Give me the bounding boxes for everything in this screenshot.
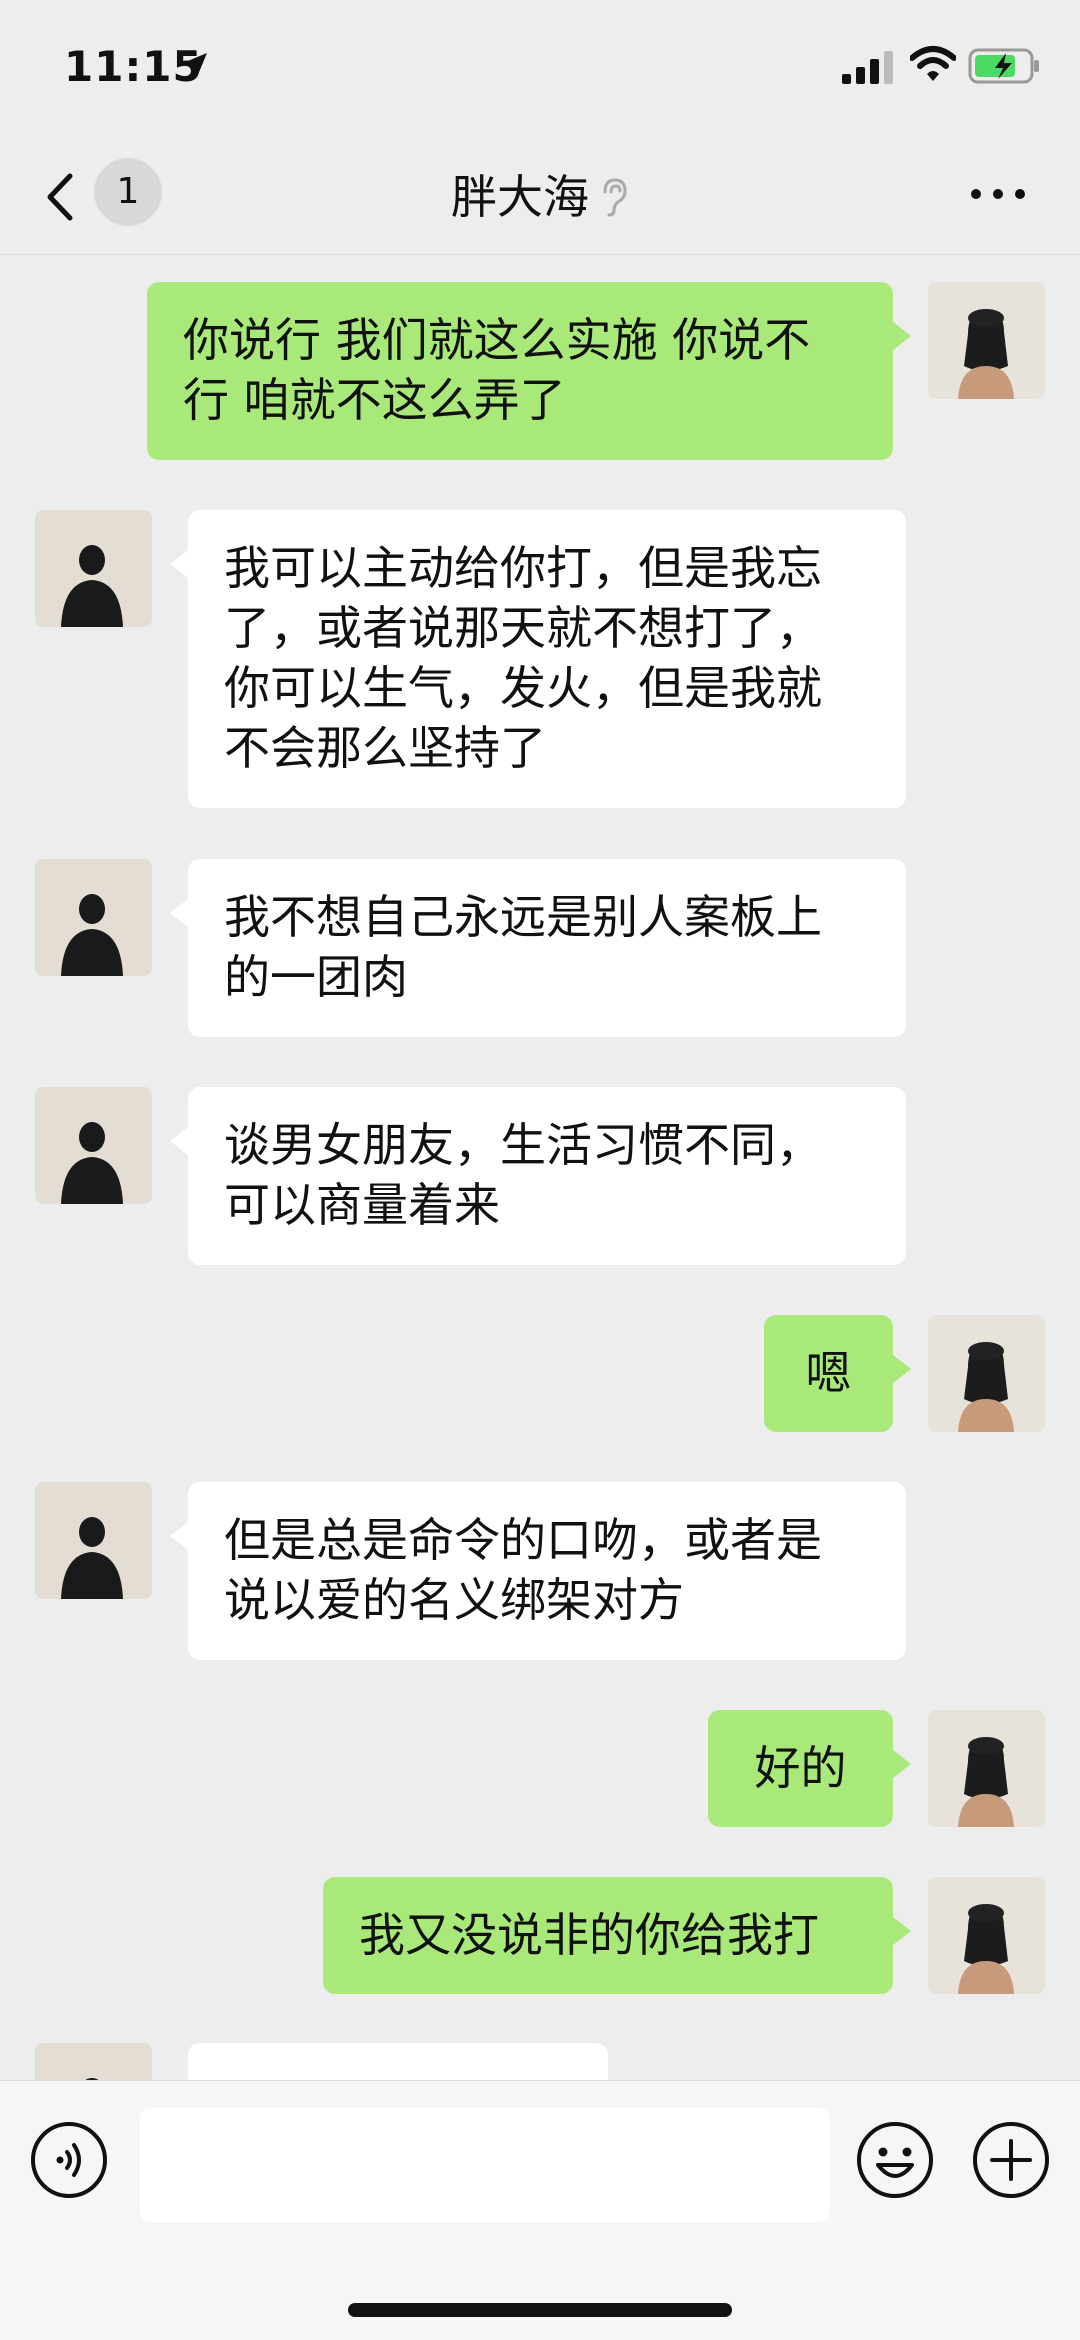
message-bubble-outgoing[interactable]: 嗯 xyxy=(764,1315,911,1432)
message-bubble-incoming[interactable]: 我不想自己永远是别人案板上 的一团肉 xyxy=(170,859,906,1037)
message-bubble-incoming[interactable]: 但是总是命令的口吻，或者是 说以爱的名义绑架对方 xyxy=(170,1482,906,1660)
contact-avatar[interactable] xyxy=(35,859,152,976)
message-bubble-incoming[interactable]: 我可以主动给你打，但是我忘 了，或者说那天就不想打了， 你可以生气，发火，但是我… xyxy=(170,510,906,808)
message-bubble-outgoing[interactable]: 你说行 我们就这么实施 你说不 行 咱就不这么弄了 xyxy=(147,282,911,460)
plus-icon[interactable] xyxy=(972,2121,1050,2199)
message-bubble-incoming[interactable]: 谈男女朋友，生活习惯不同， 可以商量着来 xyxy=(170,1087,906,1265)
contact-avatar[interactable] xyxy=(35,510,152,627)
ear-icon xyxy=(603,178,627,217)
battery-charging-icon xyxy=(968,48,1039,84)
message-bubble-outgoing[interactable]: 好的 xyxy=(708,1710,911,1827)
emoji-icon[interactable] xyxy=(856,2121,934,2199)
chevron-left-icon[interactable] xyxy=(40,162,80,232)
wifi-icon xyxy=(910,46,956,81)
home-indicator xyxy=(348,2303,732,2317)
my-avatar[interactable] xyxy=(928,1710,1045,1827)
contact-avatar[interactable] xyxy=(35,1482,152,1599)
message-bubble-incoming[interactable] xyxy=(188,2043,608,2080)
message-bubble-outgoing[interactable]: 我又没说非的你给我打 xyxy=(323,1877,911,1994)
my-avatar[interactable] xyxy=(928,1877,1045,1994)
message-list[interactable]: 你说行 我们就这么实施 你说不 行 咱就不这么弄了 我可以主动给你打，但是我忘 … xyxy=(0,255,1080,2080)
chat-header: 胖大海 1 xyxy=(0,140,1080,255)
cellular-signal-icon xyxy=(842,51,893,84)
message-input[interactable] xyxy=(140,2108,830,2222)
more-dots-icon[interactable] xyxy=(968,180,1028,208)
voice-icon[interactable] xyxy=(30,2121,108,2199)
contact-avatar[interactable] xyxy=(35,2043,152,2080)
my-avatar[interactable] xyxy=(928,282,1045,399)
unread-count-badge[interactable]: 1 xyxy=(94,158,162,226)
input-bar xyxy=(0,2080,1080,2340)
status-bar: 11:15 xyxy=(0,0,1080,140)
chat-title: 胖大海 xyxy=(451,170,589,224)
my-avatar[interactable] xyxy=(928,1315,1045,1432)
contact-avatar[interactable] xyxy=(35,1087,152,1204)
location-arrow-icon xyxy=(183,53,207,77)
